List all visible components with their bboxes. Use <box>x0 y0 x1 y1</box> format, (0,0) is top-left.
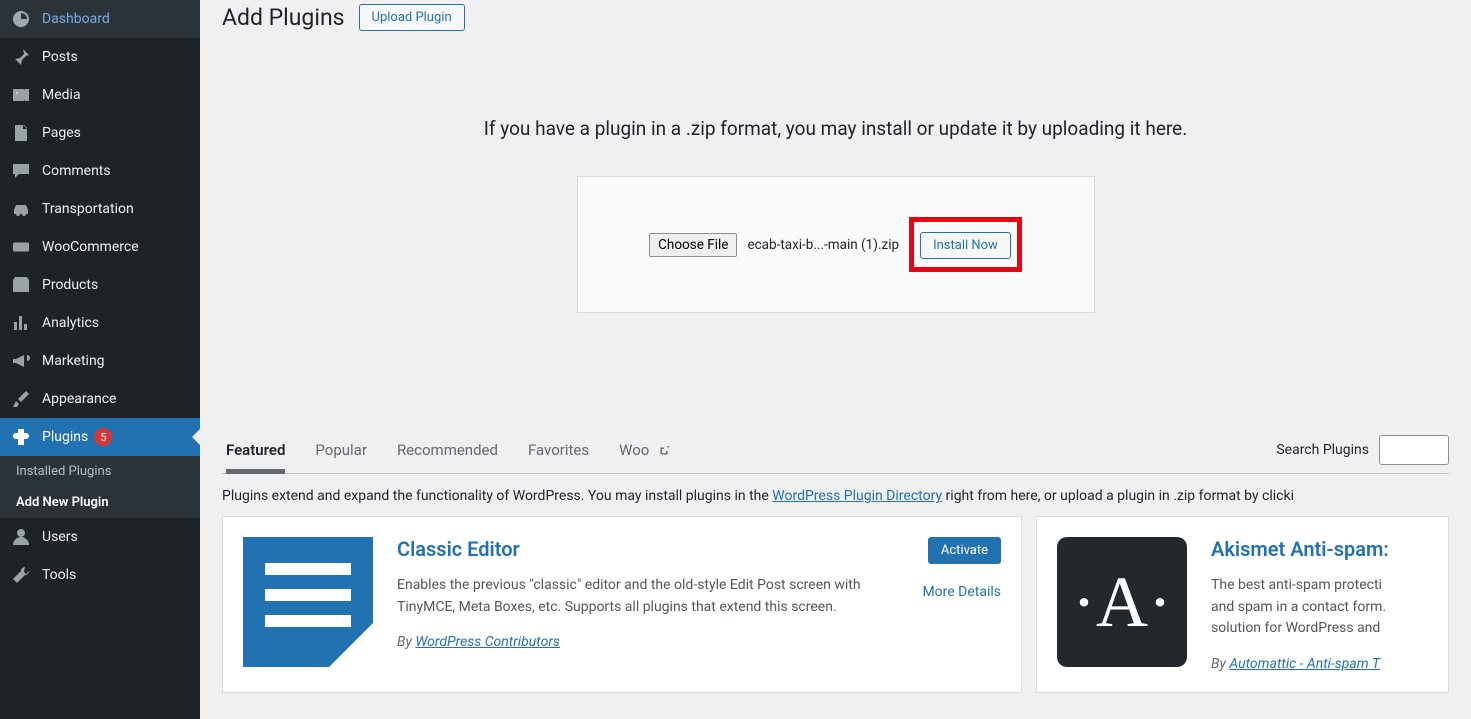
car-icon <box>10 199 32 219</box>
products-icon <box>10 275 32 295</box>
users-icon <box>10 527 32 547</box>
install-now-button[interactable]: Install Now <box>920 232 1011 259</box>
sidebar-item-users[interactable]: Users <box>0 518 200 556</box>
sidebar-item-tools[interactable]: Tools <box>0 556 200 594</box>
sidebar-item-posts[interactable]: Posts <box>0 38 200 76</box>
filter-bar: Featured Popular Recommended Favorites W… <box>222 419 1449 474</box>
tab-featured[interactable]: Featured <box>226 431 285 473</box>
plugin-card-akismet: ·A· Akismet Anti-spam: The best anti-spa… <box>1036 516 1449 693</box>
desc-prefix: Plugins extend and expand the functional… <box>222 488 772 504</box>
search-area: Search Plugins <box>1276 435 1449 473</box>
plugin-body: Akismet Anti-spam: The best anti-spam pr… <box>1211 537 1428 672</box>
tab-woo[interactable]: Woo <box>619 431 671 473</box>
megaphone-icon <box>10 351 32 371</box>
sidebar-item-plugins[interactable]: Plugins 5 <box>0 418 200 456</box>
akismet-icon: ·A· <box>1057 537 1187 667</box>
upload-plugin-button[interactable]: Upload Plugin <box>359 4 465 31</box>
plugin-title-link[interactable]: Classic Editor <box>397 537 520 561</box>
tab-recommended[interactable]: Recommended <box>397 431 498 473</box>
sidebar-label: Users <box>42 529 78 545</box>
plugin-description: Enables the previous "classic" editor an… <box>397 575 898 618</box>
upload-form: Choose File ecab-taxi-b...-main (1).zip … <box>577 176 1095 313</box>
main-content: Add Plugins Upload Plugin If you have a … <box>200 0 1471 719</box>
external-link-icon <box>657 444 671 458</box>
classic-editor-icon <box>243 537 373 667</box>
sidebar-item-appearance[interactable]: Appearance <box>0 380 200 418</box>
author-prefix: By <box>397 634 415 650</box>
sidebar-label: Analytics <box>42 315 99 331</box>
sidebar-item-woocommerce[interactable]: WooCommerce <box>0 228 200 266</box>
sidebar-label: Media <box>42 87 81 103</box>
submenu-add-new-plugin[interactable]: Add New Plugin <box>0 487 200 518</box>
plugin-card-classic-editor: Classic Editor Enables the previous "cla… <box>222 516 1022 693</box>
search-plugins-input[interactable] <box>1379 435 1449 465</box>
sidebar-item-analytics[interactable]: Analytics <box>0 304 200 342</box>
pin-icon <box>10 47 32 67</box>
sidebar-label: Appearance <box>42 391 116 407</box>
sidebar-label: Pages <box>42 125 81 141</box>
more-details-link[interactable]: More Details <box>922 584 1001 600</box>
plugins-submenu: Installed Plugins Add New Plugin <box>0 456 200 518</box>
sidebar-item-pages[interactable]: Pages <box>0 114 200 152</box>
sidebar-label: Marketing <box>42 353 105 369</box>
desc-line: The best anti-spam protecti <box>1211 577 1382 593</box>
sidebar-label: WooCommerce <box>42 239 139 255</box>
tab-popular[interactable]: Popular <box>315 431 367 473</box>
plugin-title-link[interactable]: Akismet Anti-spam: <box>1211 537 1389 561</box>
plugin-description: The best anti-spam protecti and spam in … <box>1211 575 1428 640</box>
pages-icon <box>10 123 32 143</box>
sidebar-item-transportation[interactable]: Transportation <box>0 190 200 228</box>
page-header: Add Plugins Upload Plugin <box>222 4 1449 31</box>
plugin-directory-link[interactable]: WordPress Plugin Directory <box>772 488 942 504</box>
sidebar-label: Plugins <box>42 429 88 445</box>
tab-woo-label: Woo <box>619 441 649 459</box>
author-prefix: By <box>1211 656 1229 672</box>
desc-line: solution for WordPress and <box>1211 620 1380 636</box>
sidebar-label: Posts <box>42 49 78 65</box>
filter-tabs: Featured Popular Recommended Favorites W… <box>222 431 675 473</box>
sidebar-label: Products <box>42 277 98 293</box>
plugin-author-link[interactable]: WordPress Contributors <box>415 634 560 650</box>
plugin-actions: Activate More Details <box>922 537 1001 672</box>
comments-icon <box>10 161 32 181</box>
analytics-icon <box>10 313 32 333</box>
media-icon <box>10 85 32 105</box>
tab-favorites[interactable]: Favorites <box>528 431 589 473</box>
install-highlight-annotation: Install Now <box>909 217 1022 272</box>
woo-icon <box>10 237 32 257</box>
plugin-icon <box>10 427 32 447</box>
desc-suffix: right from here, or upload a plugin in .… <box>942 488 1294 504</box>
dashboard-icon <box>10 9 32 29</box>
sidebar-item-dashboard[interactable]: Dashboard <box>0 0 200 38</box>
plugins-badge: 5 <box>94 428 112 446</box>
plugin-author: By Automattic - Anti-spam T <box>1211 656 1428 672</box>
sidebar-item-marketing[interactable]: Marketing <box>0 342 200 380</box>
brush-icon <box>10 389 32 409</box>
plugin-author: By WordPress Contributors <box>397 634 898 650</box>
choose-file-button[interactable]: Choose File <box>649 233 737 257</box>
search-label: Search Plugins <box>1276 442 1369 458</box>
submenu-installed-plugins[interactable]: Installed Plugins <box>0 456 200 487</box>
sidebar-label: Transportation <box>42 201 134 217</box>
sidebar-label: Comments <box>42 163 111 179</box>
plugin-cards: Classic Editor Enables the previous "cla… <box>222 516 1449 693</box>
sidebar-label: Dashboard <box>42 11 110 27</box>
plugin-body: Classic Editor Enables the previous "cla… <box>397 537 898 672</box>
desc-line: and spam in a contact form. <box>1211 599 1386 615</box>
upload-info-text: If you have a plugin in a .zip format, y… <box>222 117 1449 140</box>
tools-icon <box>10 565 32 585</box>
admin-sidebar: Dashboard Posts Media Pages Comments Tra… <box>0 0 200 719</box>
page-title: Add Plugins <box>222 4 345 31</box>
plugin-author-link[interactable]: Automattic - Anti-spam T <box>1229 656 1380 672</box>
activate-button[interactable]: Activate <box>928 537 1001 564</box>
sidebar-item-products[interactable]: Products <box>0 266 200 304</box>
sidebar-item-media[interactable]: Media <box>0 76 200 114</box>
plugins-description: Plugins extend and expand the functional… <box>222 488 1449 504</box>
selected-file-name: ecab-taxi-b...-main (1).zip <box>747 237 899 253</box>
sidebar-item-comments[interactable]: Comments <box>0 152 200 190</box>
sidebar-label: Tools <box>42 567 76 583</box>
